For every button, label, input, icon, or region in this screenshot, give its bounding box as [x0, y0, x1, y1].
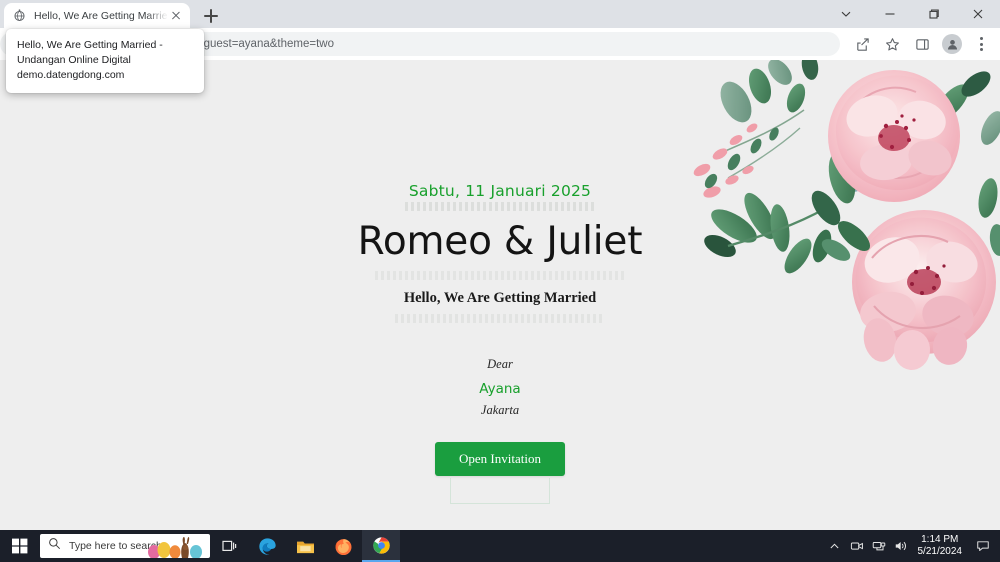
- globe-icon: [13, 9, 26, 22]
- tooltip-line-1: Hello, We Are Getting Married -: [17, 39, 163, 51]
- page-viewport: Sabtu, 11 Januari 2025 Romeo & Juliet He…: [0, 60, 1000, 530]
- network-icon[interactable]: [868, 530, 890, 562]
- chevron-down-icon[interactable]: [824, 0, 868, 28]
- firefox-icon[interactable]: [324, 530, 362, 562]
- browser-tab[interactable]: Hello, We Are Getting Married -: [4, 3, 190, 28]
- search-input[interactable]: Type here to search: [40, 534, 210, 558]
- side-panel-icon[interactable]: [908, 30, 936, 58]
- window-controls: [824, 0, 1000, 28]
- ghost-text-subtitle: [395, 313, 605, 323]
- ghost-text-names: [375, 270, 625, 280]
- couple-names: Romeo & Juliet: [357, 219, 643, 264]
- edge-icon[interactable]: [248, 530, 286, 562]
- tab-close-icon[interactable]: [168, 8, 184, 24]
- screen: Hello, We Are Getting Married - om/?gues…: [0, 0, 1000, 562]
- easter-bunny-eggs-icon: [144, 536, 206, 558]
- open-invitation-button[interactable]: Open Invitation: [435, 441, 565, 476]
- volume-icon[interactable]: [890, 530, 912, 562]
- notification-icon[interactable]: [970, 530, 996, 562]
- clock-time: 1:14 PM: [921, 534, 959, 545]
- tab-strip: Hello, We Are Getting Married -: [0, 0, 1000, 28]
- star-icon[interactable]: [878, 30, 906, 58]
- clock-date: 5/21/2024: [917, 546, 963, 557]
- system-tray: 1:14 PM 5/21/2024: [824, 530, 1000, 562]
- minimize-icon[interactable]: [868, 0, 912, 28]
- dear-label: Dear: [487, 356, 513, 371]
- ghost-text-date: [405, 202, 595, 211]
- file-explorer-icon[interactable]: [286, 530, 324, 562]
- share-icon[interactable]: [848, 30, 876, 58]
- guest-name: Ayana: [479, 380, 521, 397]
- new-tab-button[interactable]: [200, 6, 222, 26]
- tab-title: Hello, We Are Getting Married -: [34, 9, 168, 22]
- ghost-button-outline: [450, 477, 550, 504]
- invitation-content: Sabtu, 11 Januari 2025 Romeo & Juliet He…: [0, 60, 1000, 530]
- avatar: [942, 34, 962, 54]
- windows-start-icon[interactable]: [0, 530, 40, 562]
- tab-tooltip: Hello, We Are Getting Married - Undangan…: [6, 29, 204, 93]
- maximize-icon[interactable]: [912, 0, 956, 28]
- task-view-icon[interactable]: [210, 530, 248, 562]
- chrome-icon[interactable]: [362, 530, 400, 562]
- window-close-icon[interactable]: [956, 0, 1000, 28]
- search-icon: [48, 537, 61, 555]
- windows-taskbar: Type here to search 1:14 PM 5/21/2024: [0, 530, 1000, 562]
- meet-now-icon[interactable]: [846, 530, 868, 562]
- clock[interactable]: 1:14 PM 5/21/2024: [912, 534, 971, 558]
- browser-window: Hello, We Are Getting Married - om/?gues…: [0, 0, 1000, 530]
- toolbar-actions: [848, 28, 994, 60]
- kebab-menu-icon[interactable]: [968, 31, 994, 57]
- tooltip-url: demo.datengdong.com: [17, 69, 125, 81]
- chevron-up-icon[interactable]: [824, 530, 846, 562]
- invitation-subtitle: Hello, We Are Getting Married: [403, 289, 597, 306]
- profile-avatar-icon[interactable]: [938, 30, 966, 58]
- guest-city: Jakarta: [480, 402, 520, 417]
- wedding-date: Sabtu, 11 Januari 2025: [408, 182, 592, 200]
- tooltip-line-2: Undangan Online Digital: [17, 54, 131, 66]
